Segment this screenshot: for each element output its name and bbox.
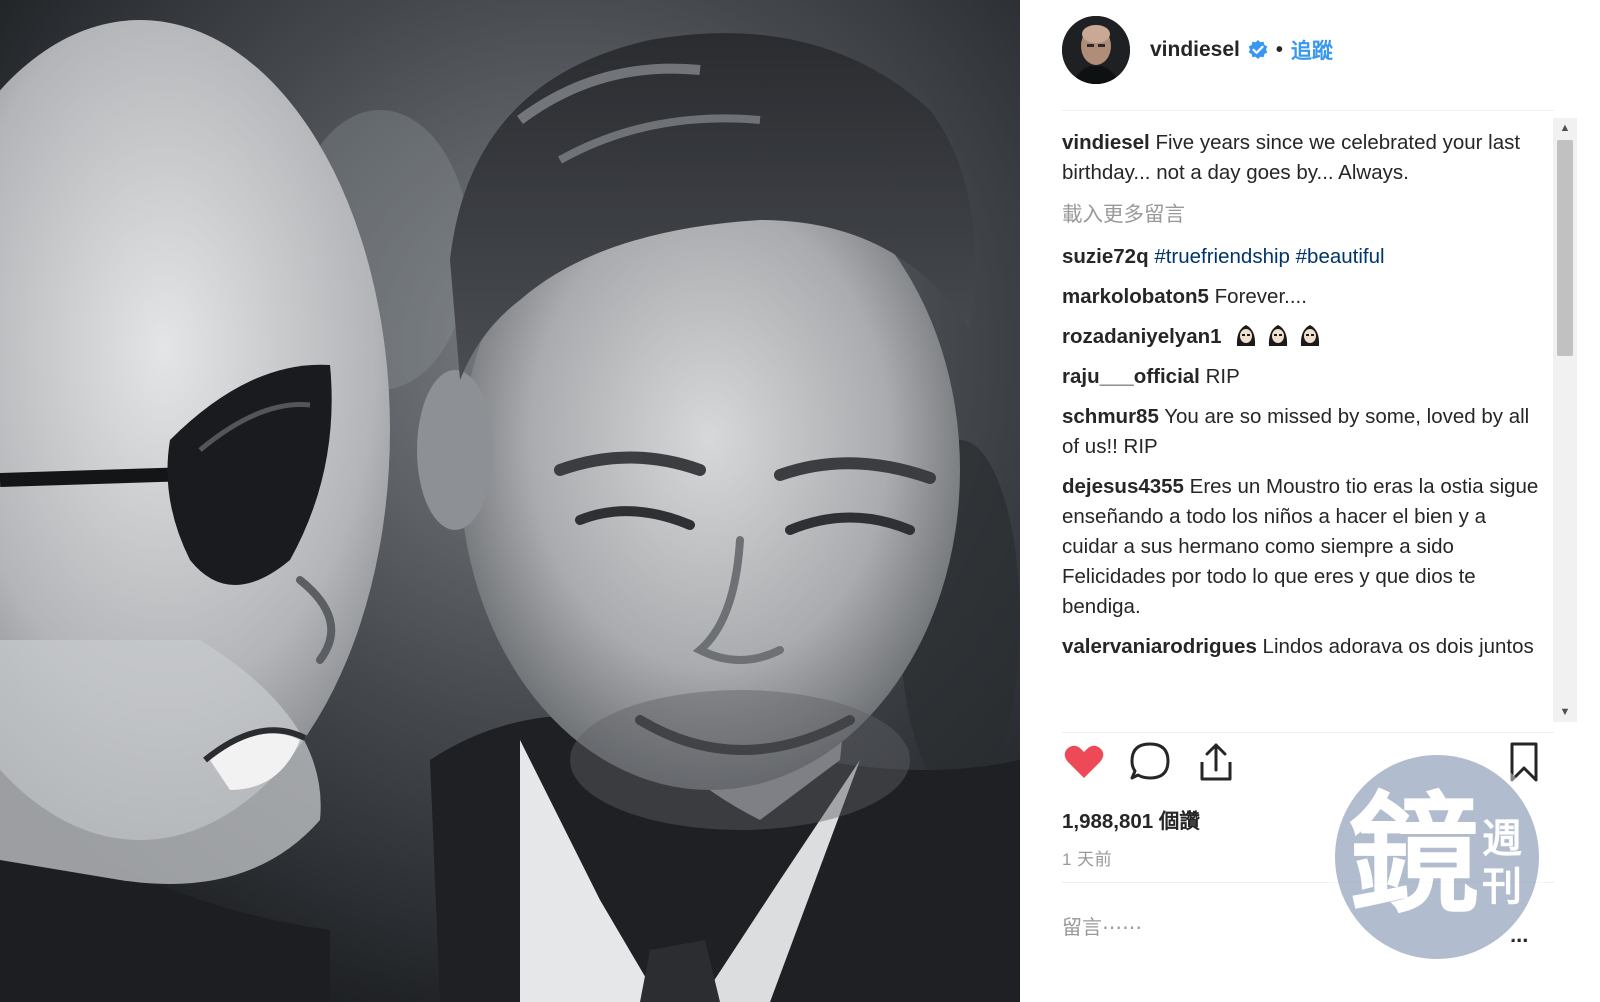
watermark-side-char-bottom: 刊	[1482, 864, 1522, 910]
header-separator: •	[1275, 38, 1283, 61]
comment-item: rozadaniyelyan1	[1062, 322, 1542, 352]
comment-item: suzie72q #truefriendship #beautiful	[1062, 242, 1542, 272]
watermark-main-char: 鏡	[1349, 779, 1479, 931]
watermark-logo: 鏡 週 刊	[1325, 745, 1549, 969]
comment-username[interactable]: valervaniarodrigues	[1062, 635, 1257, 658]
scroll-up-arrow-icon[interactable]: ▲	[1553, 118, 1577, 138]
comment-username[interactable]: vindiesel	[1062, 131, 1150, 154]
comment-text: Lindos adorava os dois juntos	[1262, 635, 1534, 658]
comment-item: raju___official RIP	[1062, 362, 1542, 392]
comments-scrollbar[interactable]: ▲ ▼	[1553, 118, 1577, 722]
post-timestamp[interactable]: 1 天前	[1062, 845, 1112, 870]
share-icon[interactable]	[1194, 740, 1238, 784]
comment-username[interactable]: suzie72q	[1062, 245, 1149, 268]
comment-username[interactable]: schmur85	[1062, 405, 1159, 428]
comment-username[interactable]: rozadaniyelyan1	[1062, 325, 1222, 348]
hashtag-link[interactable]: #truefriendship	[1154, 245, 1290, 268]
hashtag-link[interactable]: #beautiful	[1296, 245, 1385, 268]
heart-icon[interactable]	[1062, 740, 1106, 784]
caption-comment: vindiesel Five years since we celebrated…	[1062, 128, 1542, 188]
comments-list[interactable]: vindiesel Five years since we celebrated…	[1062, 128, 1542, 728]
scroll-down-arrow-icon[interactable]: ▼	[1553, 702, 1577, 722]
watermark-side-char-top: 週	[1482, 816, 1522, 862]
post-photo-art	[0, 0, 1020, 1002]
comment-item: markolobaton5 Forever....	[1062, 282, 1542, 312]
actions-divider	[1062, 732, 1554, 733]
comment-username[interactable]: raju___official	[1062, 365, 1200, 388]
comment-username[interactable]: markolobaton5	[1062, 285, 1209, 308]
comment-text: RIP	[1205, 365, 1240, 388]
verified-badge-icon	[1248, 40, 1268, 59]
avatar[interactable]	[1062, 16, 1130, 84]
post-username[interactable]: vindiesel	[1150, 38, 1240, 62]
comment-text: Forever....	[1214, 285, 1307, 308]
scrollbar-thumb[interactable]	[1557, 140, 1573, 356]
avatar-image	[1062, 16, 1130, 84]
comment-item: dejesus4355 Eres un Moustro tio eras la …	[1062, 472, 1542, 622]
load-more-comments-button[interactable]: 載入更多留言	[1062, 200, 1542, 230]
comment-bubble-icon[interactable]	[1128, 740, 1172, 784]
ghost-emoji-icon	[1269, 325, 1288, 346]
views-count[interactable]: 1,988,801 個讚	[1062, 804, 1200, 834]
ghost-emoji-icon	[1301, 325, 1320, 346]
follow-button[interactable]: 追蹤	[1291, 35, 1333, 65]
post-header: vindiesel • 追蹤	[1062, 10, 1542, 90]
ghost-emoji-icon	[1237, 325, 1256, 346]
comment-item: valervaniarodrigues Lindos adorava os do…	[1062, 632, 1542, 662]
post-photo[interactable]	[0, 0, 1020, 1002]
header-divider	[1062, 110, 1554, 111]
comment-item: schmur85 You are so missed by some, love…	[1062, 402, 1542, 462]
comment-username[interactable]: dejesus4355	[1062, 475, 1184, 498]
